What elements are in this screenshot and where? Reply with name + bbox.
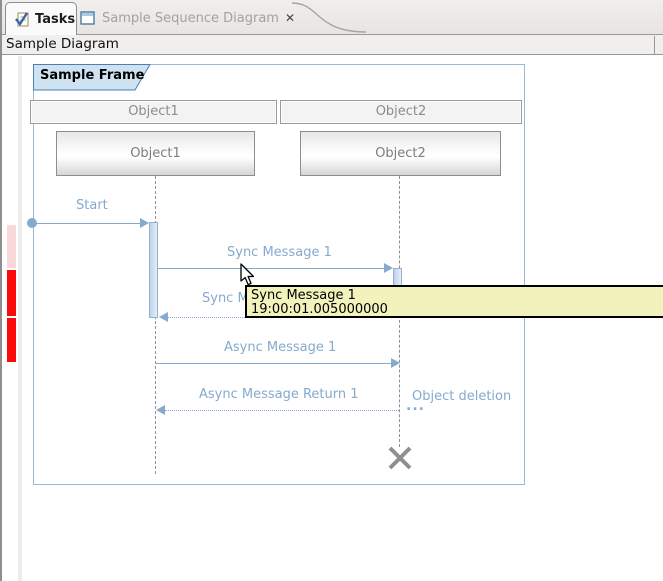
tooltip-timestamp: 19:00:01.005000000 xyxy=(251,303,661,317)
header-object2[interactable]: Object2 xyxy=(280,100,522,124)
message-async1-label: Async Message 1 xyxy=(224,340,336,355)
message-async1-line xyxy=(155,363,391,364)
tasks-icon xyxy=(14,11,30,27)
message-async1-arrowhead-icon xyxy=(391,358,400,368)
view-toolbar: Sample Diagram xyxy=(2,35,663,55)
message-async-return-arrowhead-icon xyxy=(156,405,165,415)
object-box-2[interactable]: Object2 xyxy=(300,131,501,176)
tab-bar: Tasks Sample Sequence Diagram ✕ xyxy=(2,0,663,34)
close-icon[interactable]: ✕ xyxy=(285,12,295,24)
message-start-line xyxy=(33,223,141,224)
header-object1[interactable]: Object1 xyxy=(30,100,277,124)
frame-title: Sample Frame xyxy=(40,68,144,83)
message-sync1-line xyxy=(158,268,384,269)
tab-diagram-label: Sample Sequence Diagram xyxy=(102,11,279,26)
activation-object1[interactable] xyxy=(149,222,158,318)
tooltip-title: Sync Message 1 xyxy=(251,288,661,303)
annotation-ruler xyxy=(18,56,22,581)
marker-red-2[interactable] xyxy=(7,318,16,362)
tooltip: Sync Message 1 19:00:01.005000000 xyxy=(245,285,663,318)
marker-pink[interactable] xyxy=(7,225,16,268)
toolbar-divider xyxy=(654,36,655,54)
lifeline-object1[interactable] xyxy=(155,176,156,474)
found-message-circle-icon xyxy=(27,218,37,228)
message-sync1-arrowhead-icon xyxy=(384,263,393,273)
tab-tasks[interactable]: Tasks xyxy=(5,2,77,35)
message-start-label: Start xyxy=(76,198,108,213)
cursor-icon xyxy=(239,263,256,287)
message-async-return-label: Async Message Return 1 xyxy=(199,387,359,402)
sequence-frame xyxy=(33,64,525,485)
deletion-cross-icon[interactable] xyxy=(388,446,412,470)
message-sync1-label: Sync Message 1 xyxy=(227,245,332,260)
message-async-return-line xyxy=(165,410,399,411)
object-box-1[interactable]: Object1 xyxy=(56,131,255,176)
frame-label[interactable]: Sample Frame xyxy=(33,64,151,91)
message-start-arrowhead-icon xyxy=(140,218,149,228)
eclipse-window: Tasks Sample Sequence Diagram ✕ Sample D… xyxy=(0,0,663,581)
object-deletion-label: Object deletion xyxy=(412,389,511,404)
message-sync-return-arrowhead-icon xyxy=(159,312,168,322)
tab-tasks-label: Tasks xyxy=(35,12,75,27)
object-deletion-ellipsis: ... xyxy=(406,398,425,414)
page-title: Sample Diagram xyxy=(6,36,119,52)
marker-red-1[interactable] xyxy=(7,270,16,316)
editor-window-icon xyxy=(80,11,95,26)
tab-sample-sequence-diagram[interactable]: Sample Sequence Diagram ✕ xyxy=(80,2,295,34)
